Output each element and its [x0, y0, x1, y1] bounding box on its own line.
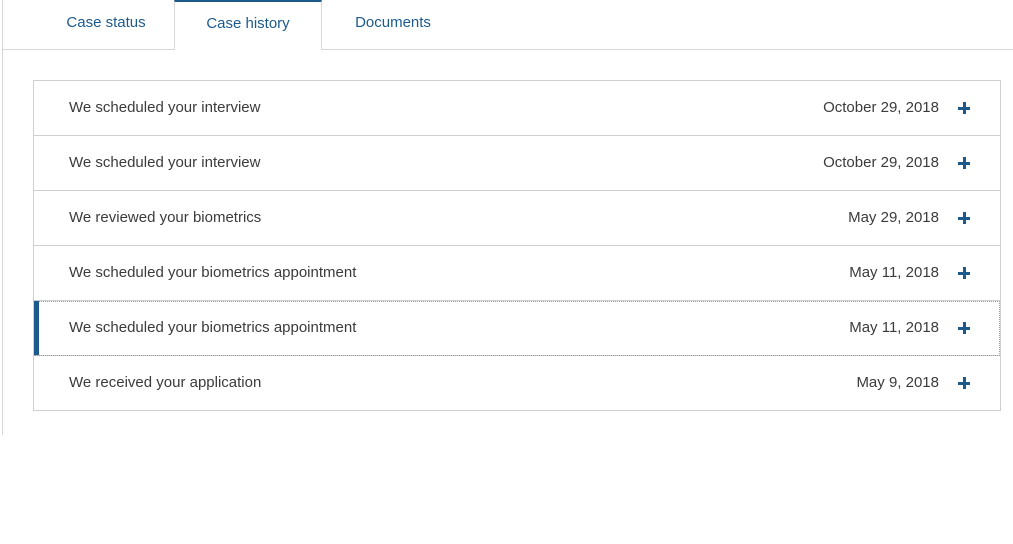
plus-icon[interactable] [958, 157, 970, 169]
left-divider [2, 0, 3, 435]
history-row-title: We scheduled your biometrics appointment [69, 264, 357, 281]
history-row-date: May 9, 2018 [856, 374, 939, 391]
history-row-date: May 11, 2018 [849, 264, 939, 281]
case-history-accordion: We scheduled your interview October 29, … [33, 80, 1001, 411]
history-row[interactable]: We scheduled your biometrics appointment… [34, 246, 1000, 301]
history-row-date: October 29, 2018 [823, 99, 939, 116]
history-row-focused[interactable]: We scheduled your biometrics appointment… [34, 301, 1000, 356]
history-row-date: May 29, 2018 [848, 209, 939, 226]
history-row[interactable]: We scheduled your interview October 29, … [34, 136, 1000, 191]
plus-icon[interactable] [958, 212, 970, 224]
history-row[interactable]: We reviewed your biometrics May 29, 2018 [34, 191, 1000, 246]
page: Case status Case history Documents We sc… [0, 0, 1013, 544]
plus-icon[interactable] [958, 102, 970, 114]
tab-case-history[interactable]: Case history [174, 0, 322, 50]
tab-bar: Case status Case history Documents [3, 0, 1013, 50]
history-row[interactable]: We scheduled your interview October 29, … [34, 81, 1000, 136]
plus-icon[interactable] [958, 322, 970, 334]
history-row-date: October 29, 2018 [823, 154, 939, 171]
history-row-title: We received your application [69, 374, 262, 391]
history-row-title: We scheduled your interview [69, 154, 261, 171]
plus-icon[interactable] [958, 267, 970, 279]
history-row-title: We reviewed your biometrics [69, 209, 262, 226]
history-row-date: May 11, 2018 [849, 319, 939, 336]
tab-documents[interactable]: Documents [343, 0, 443, 49]
tab-case-status[interactable]: Case status [50, 0, 162, 49]
history-row-title: We scheduled your interview [69, 99, 261, 116]
history-row[interactable]: We received your application May 9, 2018 [34, 356, 1000, 410]
plus-icon[interactable] [958, 377, 970, 389]
history-row-title: We scheduled your biometrics appointment [69, 319, 357, 336]
